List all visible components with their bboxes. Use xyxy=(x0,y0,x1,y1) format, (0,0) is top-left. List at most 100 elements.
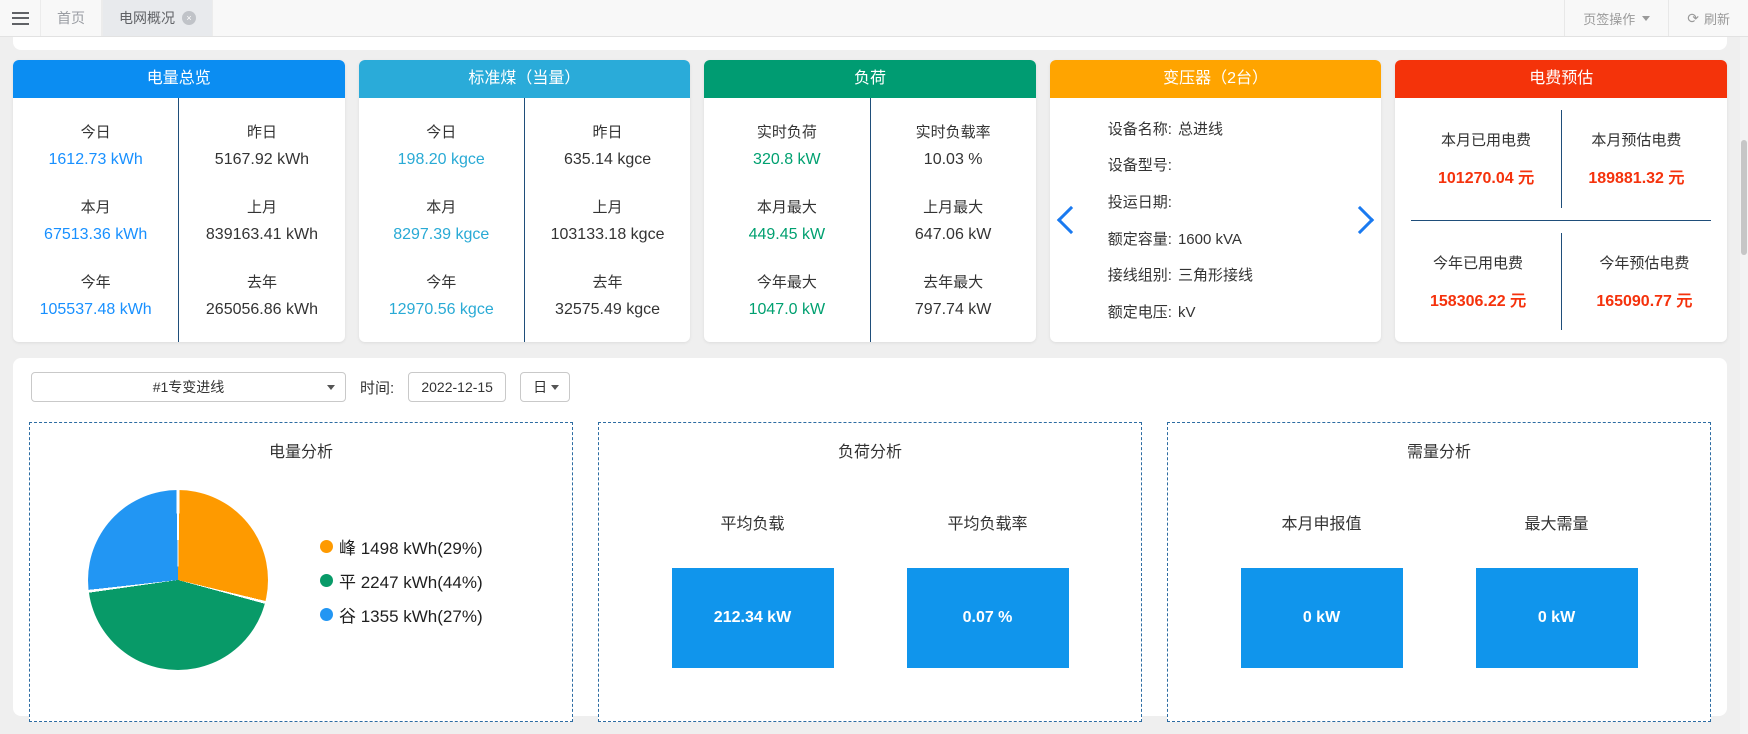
stat-label: 今日 xyxy=(17,121,174,142)
stat-value: 103133.18 kgce xyxy=(529,226,686,244)
carousel-prev-button[interactable] xyxy=(1050,98,1092,342)
metric-value-box: 0 kW xyxy=(1241,568,1403,668)
stat-cell: 今年最大 1047.0 kW xyxy=(708,271,865,319)
tab-operations-label: 页签操作 xyxy=(1583,9,1635,28)
page-content: 电量总览 今日 1612.73 kWh 本月 67513.36 kWh 今年 1… xyxy=(0,37,1740,716)
fee-row-year: 今年已用电费 158306.22 元 今年预估电费 165090.77 元 xyxy=(1395,221,1727,343)
stat-cell: 本月最大 449.45 kW xyxy=(708,196,865,244)
scrollbar-thumb[interactable] xyxy=(1741,140,1747,255)
stat-label: 上月 xyxy=(529,196,686,217)
chevron-left-icon xyxy=(1057,206,1085,234)
stat-label: 今年 xyxy=(17,271,174,292)
card-coal-title: 标准煤（当量） xyxy=(359,60,691,98)
refresh-button[interactable]: ⟳ 刷新 xyxy=(1668,0,1748,36)
transformer-line: 设备名称:总进线 xyxy=(1108,118,1334,139)
menu-toggle-button[interactable] xyxy=(0,0,40,36)
stat-cell: 昨日 635.14 kgce xyxy=(529,121,686,169)
stat-cell: 去年 32575.49 kgce xyxy=(529,271,686,319)
fee-cell: 本月预估电费 189881.32 元 xyxy=(1562,98,1711,220)
legend-swatch-icon xyxy=(320,540,333,553)
top-tab-bar: 首页 电网概况 × 页签操作 ⟳ 刷新 xyxy=(0,0,1748,37)
metric-value-box: 0 kW xyxy=(1476,568,1638,668)
field-value: kV xyxy=(1178,304,1196,321)
stat-label: 去年 xyxy=(183,271,340,292)
tab-home-label: 首页 xyxy=(57,8,85,28)
legend-item-valley[interactable]: 谷 1355 kWh(27%) xyxy=(320,602,483,627)
time-label: 时间: xyxy=(360,377,394,398)
stat-cell: 本月 67513.36 kWh xyxy=(17,196,174,244)
coal-right-column: 昨日 635.14 kgce 上月 103133.18 kgce 去年 3257… xyxy=(525,98,690,342)
field-value: 三角形接线 xyxy=(1178,267,1253,284)
stat-label: 本月 xyxy=(363,196,520,217)
date-input[interactable]: 2022-12-15 xyxy=(408,372,506,402)
fee-value: 165090.77 元 xyxy=(1596,287,1692,311)
stat-label: 今年 xyxy=(363,271,520,292)
metric-label: 平均负载 xyxy=(720,510,784,534)
stat-value: 12970.56 kgce xyxy=(363,301,520,319)
date-value: 2022-12-15 xyxy=(421,379,493,395)
tab-grid-overview[interactable]: 电网概况 × xyxy=(102,0,213,36)
transformer-line: 额定容量:1600 kVA xyxy=(1108,228,1334,249)
tab-operations-dropdown[interactable]: 页签操作 xyxy=(1564,0,1668,36)
chevron-down-icon xyxy=(1642,16,1650,21)
panel-title: 电量分析 xyxy=(30,438,572,462)
summary-cards-row: 电量总览 今日 1612.73 kWh 本月 67513.36 kWh 今年 1… xyxy=(13,60,1727,342)
stat-value: 797.74 kW xyxy=(875,301,1032,319)
field-label: 投运日期: xyxy=(1108,194,1172,211)
panel-energy-analysis: 电量分析 峰 1498 kWh(29%) 平 2247 kWh(44%) xyxy=(29,422,573,722)
field-value: 总进线 xyxy=(1178,121,1223,138)
stat-value: 1047.0 kW xyxy=(708,301,865,319)
pie-legend: 峰 1498 kWh(29%) 平 2247 kWh(44%) 谷 1355 k… xyxy=(320,534,483,627)
analysis-panels-row: 电量分析 峰 1498 kWh(29%) 平 2247 kWh(44%) xyxy=(29,422,1711,722)
fee-cell: 本月已用电费 101270.04 元 xyxy=(1411,110,1561,208)
panel-title: 需量分析 xyxy=(1168,438,1710,462)
line-select[interactable]: #1专变进线 xyxy=(31,372,346,402)
stat-value: 449.45 kW xyxy=(708,226,865,244)
legend-item-peak[interactable]: 峰 1498 kWh(29%) xyxy=(320,534,483,559)
card-standard-coal: 标准煤（当量） 今日 198.20 kgce 本月 8297.39 kgce 今… xyxy=(359,60,691,342)
load-right-column: 实时负载率 10.03 % 上月最大 647.06 kW 去年最大 797.74… xyxy=(871,98,1036,342)
chevron-down-icon xyxy=(327,385,335,390)
metric-value-box: 212.34 kW xyxy=(672,568,834,668)
stat-cell: 实时负荷 320.8 kW xyxy=(708,121,865,169)
transformer-details: 设备名称:总进线 设备型号: 投运日期: 额定容量:1600 kVA 接线组别:… xyxy=(1092,98,1340,342)
tab-home[interactable]: 首页 xyxy=(40,0,102,36)
stat-value: 1612.73 kWh xyxy=(17,151,174,169)
stat-value: 647.06 kW xyxy=(875,226,1032,244)
energy-left-column: 今日 1612.73 kWh 本月 67513.36 kWh 今年 105537… xyxy=(13,98,179,342)
energy-right-column: 昨日 5167.92 kWh 上月 839163.41 kWh 去年 26505… xyxy=(179,98,344,342)
granularity-select[interactable]: 日 xyxy=(520,372,570,402)
metrics-row: 平均负载 212.34 kW 平均负载率 0.07 % xyxy=(599,510,1141,668)
tab-grid-overview-label: 电网概况 xyxy=(119,8,175,28)
field-value: 1600 kVA xyxy=(1178,231,1242,248)
hamburger-icon xyxy=(12,12,29,25)
stat-cell: 本月 8297.39 kgce xyxy=(363,196,520,244)
stat-value: 67513.36 kWh xyxy=(17,226,174,244)
pie-chart-area: 峰 1498 kWh(29%) 平 2247 kWh(44%) 谷 1355 k… xyxy=(30,490,572,670)
stat-cell: 去年最大 797.74 kW xyxy=(875,271,1032,319)
metric-avg-load-rate: 平均负载率 0.07 % xyxy=(907,510,1069,668)
fee-value: 189881.32 元 xyxy=(1588,164,1684,188)
transformer-line: 投运日期: xyxy=(1108,191,1334,212)
card-energy-overview: 电量总览 今日 1612.73 kWh 本月 67513.36 kWh 今年 1… xyxy=(13,60,345,342)
metric-avg-load: 平均负载 212.34 kW xyxy=(672,510,834,668)
fee-value: 158306.22 元 xyxy=(1430,287,1526,311)
stat-value: 5167.92 kWh xyxy=(183,151,340,169)
stat-label: 实时负荷 xyxy=(708,121,865,142)
legend-item-flat[interactable]: 平 2247 kWh(44%) xyxy=(320,568,483,593)
carousel-next-button[interactable] xyxy=(1339,98,1381,342)
metric-label: 最大需量 xyxy=(1524,510,1588,534)
vertical-scrollbar[interactable] xyxy=(1740,37,1748,734)
coal-left-column: 今日 198.20 kgce 本月 8297.39 kgce 今年 12970.… xyxy=(359,98,525,342)
load-left-column: 实时负荷 320.8 kW 本月最大 449.45 kW 今年最大 1047.0… xyxy=(704,98,870,342)
field-label: 设备型号: xyxy=(1108,157,1172,174)
metrics-row: 本月申报值 0 kW 最大需量 0 kW xyxy=(1168,510,1710,668)
fee-cell: 今年预估电费 165090.77 元 xyxy=(1562,221,1727,343)
stat-label: 昨日 xyxy=(183,121,340,142)
stat-value: 8297.39 kgce xyxy=(363,226,520,244)
stat-label: 今年最大 xyxy=(708,271,865,292)
stat-cell: 今日 1612.73 kWh xyxy=(17,121,174,169)
stat-value: 320.8 kW xyxy=(708,151,865,169)
close-icon[interactable]: × xyxy=(182,11,196,25)
card-transformer: 变压器（2台） 设备名称:总进线 设备型号: 投运日期: 额 xyxy=(1050,60,1382,342)
